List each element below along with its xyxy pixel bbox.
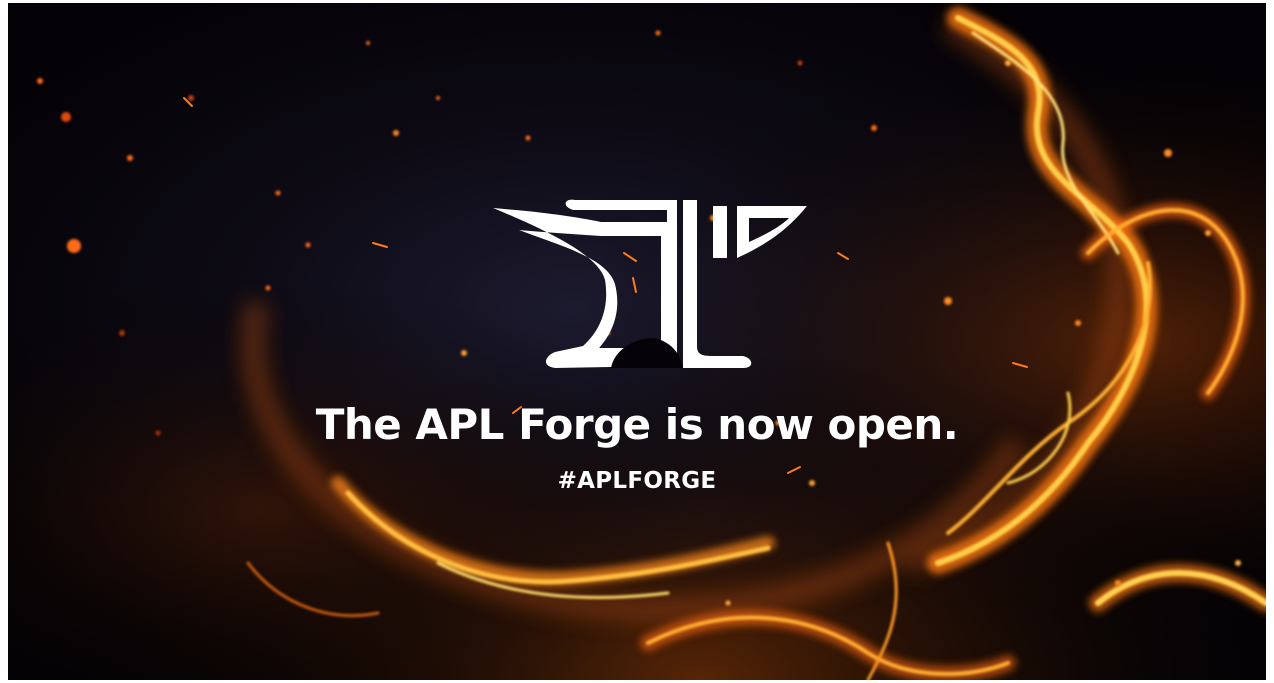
fire-background <box>8 3 1266 680</box>
banner-image: The APL Forge is now open. #APLFORGE <box>8 3 1266 680</box>
